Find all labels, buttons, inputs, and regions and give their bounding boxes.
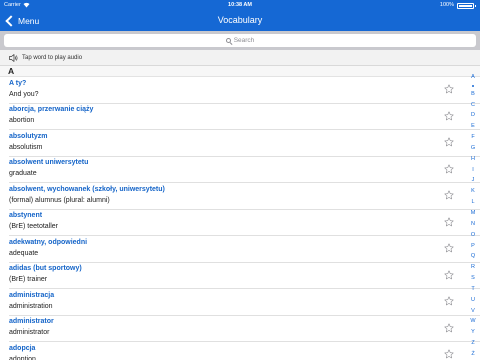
- audio-hint-bar: Tap word to play audio: [0, 50, 480, 66]
- word-title[interactable]: abstynent: [9, 212, 42, 219]
- list-item[interactable]: adidas (but sportowy) (BrE) trainer: [9, 263, 480, 289]
- index-letter[interactable]: A: [471, 74, 475, 81]
- word-title[interactable]: absolwent uniwersytetu: [9, 159, 88, 166]
- favorite-star-icon[interactable]: [444, 322, 454, 333]
- status-time: 10:38 AM: [228, 2, 252, 8]
- word-title[interactable]: absolwent, wychowanek (szkoły, uniwersyt…: [9, 186, 165, 193]
- nav-bar: Vocabulary Menu: [0, 10, 480, 31]
- favorite-star-icon[interactable]: [444, 137, 454, 147]
- list-item[interactable]: absolwent, wychowanek (szkoły, uniwersyt…: [9, 183, 480, 210]
- status-bar: Carrier 10:38 AM 100%: [0, 0, 480, 10]
- word-title[interactable]: administrator: [9, 318, 54, 325]
- audio-hint-label: Tap word to play audio: [22, 54, 83, 61]
- index-letter[interactable]: K: [471, 188, 475, 195]
- list-item[interactable]: A ty? And you?: [9, 77, 480, 104]
- list-item[interactable]: absolwent uniwersytetu graduate: [9, 157, 480, 183]
- favorite-star-icon[interactable]: [444, 269, 454, 280]
- favorite-star-icon[interactable]: [444, 163, 454, 174]
- list-item[interactable]: adekwatny, odpowiedni adequate: [9, 236, 480, 263]
- word-translation: absolutism: [9, 143, 43, 151]
- word-title[interactable]: administracja: [9, 292, 54, 299]
- list-item[interactable]: abstynent (BrE) teetotaller: [9, 210, 480, 236]
- index-letter[interactable]: Q: [471, 253, 475, 260]
- battery-percent: 100%: [439, 2, 454, 8]
- word-translation: (BrE) trainer: [9, 276, 48, 283]
- index-dot[interactable]: [472, 84, 474, 87]
- word-translation: abortion: [9, 117, 35, 124]
- index-letter[interactable]: Ż: [471, 351, 474, 358]
- index-letter[interactable]: W: [470, 318, 475, 325]
- word-title[interactable]: aborcja, przerwanie ciąży: [9, 106, 93, 113]
- favorite-star-icon[interactable]: [444, 84, 454, 94]
- word-translation: adequate: [9, 249, 39, 257]
- favorite-star-icon[interactable]: [444, 296, 454, 306]
- search-input[interactable]: Search: [4, 34, 476, 47]
- index-letter[interactable]: D: [471, 112, 475, 119]
- back-button[interactable]: Menu: [4, 13, 39, 28]
- word-translation: (BrE) teetotaller: [9, 223, 59, 230]
- alphabet-index[interactable]: A BCDEFGHIJKLMNOPQRSTUVWYZŻ: [468, 74, 478, 358]
- favorite-star-icon[interactable]: [444, 110, 454, 121]
- index-letter[interactable]: R: [471, 264, 475, 271]
- list-item[interactable]: aborcja, przerwanie ciąży abortion: [9, 104, 480, 130]
- index-letter[interactable]: N: [471, 221, 475, 228]
- favorite-star-icon[interactable]: [444, 190, 454, 200]
- search-bar: Search: [0, 31, 480, 50]
- index-letter[interactable]: I: [472, 167, 474, 174]
- list-item[interactable]: administracja administration: [9, 289, 480, 316]
- back-button-label: Menu: [18, 15, 40, 26]
- favorite-star-icon[interactable]: [444, 349, 454, 359]
- section-header: A: [0, 66, 480, 77]
- index-letter[interactable]: T: [471, 286, 474, 293]
- search-placeholder-wrap: Search: [4, 34, 476, 47]
- search-icon: [225, 37, 232, 44]
- word-title[interactable]: adopcja: [9, 345, 35, 352]
- word-translation: And you?: [9, 90, 39, 98]
- index-letter[interactable]: B: [471, 91, 475, 98]
- index-letter[interactable]: U: [471, 297, 475, 304]
- word-title[interactable]: adidas (but sportowy): [9, 265, 82, 272]
- index-letter[interactable]: J: [472, 177, 475, 184]
- word-translation: administration: [9, 302, 53, 310]
- word-translation: adoption: [9, 355, 36, 360]
- index-letter[interactable]: O: [471, 232, 475, 239]
- favorite-star-icon[interactable]: [444, 216, 454, 227]
- word-title[interactable]: A ty?: [9, 80, 26, 87]
- index-letter[interactable]: P: [471, 243, 475, 250]
- app-screen: Carrier 10:38 AM 100% Vocabulary Menu Se…: [0, 0, 480, 360]
- index-letter[interactable]: H: [471, 156, 475, 163]
- section-letter: A: [8, 66, 15, 76]
- speaker-icon: [9, 53, 18, 62]
- index-letter[interactable]: Y: [471, 329, 475, 336]
- list-item[interactable]: adopcja adoption: [9, 342, 480, 360]
- index-letter[interactable]: V: [471, 308, 475, 315]
- index-letter[interactable]: S: [471, 275, 475, 282]
- word-translation: graduate: [9, 170, 37, 177]
- word-title[interactable]: absolutyzm: [9, 133, 48, 140]
- search-placeholder: Search: [233, 37, 255, 44]
- word-translation: administrator: [9, 329, 50, 336]
- index-letter[interactable]: Z: [471, 340, 474, 347]
- list-item[interactable]: administrator administrator: [9, 316, 480, 342]
- index-letter[interactable]: F: [471, 134, 474, 141]
- word-translation: (formal) alumnus (plural: alumni): [9, 196, 110, 204]
- chevron-left-icon: [5, 14, 17, 27]
- list-item[interactable]: absolutyzm absolutism: [9, 130, 480, 157]
- index-letter[interactable]: C: [471, 102, 475, 109]
- word-list[interactable]: A ty? And you? aborcja, przerwanie ciąży ab…: [0, 77, 480, 360]
- index-letter[interactable]: M: [471, 210, 476, 217]
- header: Carrier 10:38 AM 100% Vocabulary Menu: [0, 0, 480, 31]
- battery-icon: [457, 2, 476, 9]
- word-title[interactable]: adekwatny, odpowiedni: [9, 239, 87, 246]
- index-letter[interactable]: G: [471, 145, 475, 152]
- index-letter[interactable]: L: [471, 199, 474, 206]
- favorite-star-icon[interactable]: [444, 243, 454, 253]
- page-title: Vocabulary: [217, 15, 263, 25]
- index-letter[interactable]: E: [471, 123, 475, 130]
